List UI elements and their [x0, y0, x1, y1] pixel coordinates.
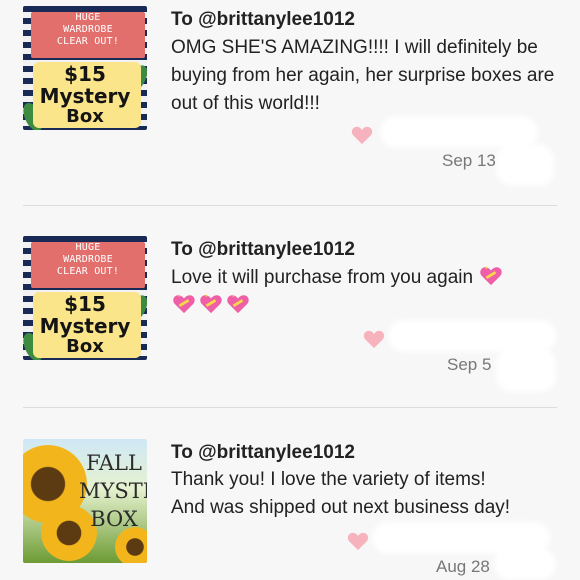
heart-icon[interactable] [351, 125, 373, 145]
sparkling-heart-icon [173, 293, 195, 314]
review-message: Love it will purchase from you again [171, 264, 571, 320]
banner-line: WARDROBE [63, 254, 113, 265]
thumbnail-line: MYSTERY [79, 479, 147, 503]
thumbnail-line: FALL [86, 451, 142, 475]
thumbnail-banner: HUGE WARDROBE CLEAR OUT! [31, 12, 145, 58]
thumbnail-title: FALL MYSTERY BOX [79, 449, 147, 533]
sparkling-heart-icon [227, 293, 249, 314]
redacted-username [392, 324, 552, 348]
review-message-line: Thank you! I love the variety of items! [171, 469, 486, 490]
redacted-username [384, 120, 534, 144]
recipient-handle[interactable]: To @brittanylee1012 [171, 239, 355, 261]
thumbnail-price: $15 [64, 292, 106, 316]
redacted-area [498, 552, 552, 576]
review-date: Aug 28 [436, 557, 490, 576]
review-date: Sep 13 [442, 151, 496, 170]
thumbnail-title: Mystery [39, 84, 131, 108]
banner-line: HUGE [75, 242, 101, 253]
review-date: Sep 5 [447, 355, 492, 374]
banner-line: CLEAR OUT! [56, 36, 120, 47]
thumbnail-title: Mystery [39, 314, 131, 338]
thumbnail-subtitle: Box [66, 336, 104, 357]
sparkling-heart-icon [480, 265, 503, 286]
heart-icon[interactable] [347, 531, 369, 551]
review-message-text: Love it will purchase from you again [171, 267, 474, 288]
redacted-area [500, 148, 550, 182]
banner-line: WARDROBE [63, 24, 113, 35]
review-message: Thank you! I love the variety of items! … [171, 466, 571, 522]
heart-icon[interactable] [363, 329, 385, 349]
banner-line: HUGE [75, 12, 101, 23]
thumbnail-banner: HUGE WARDROBE CLEAR OUT! [31, 242, 145, 288]
thumbnail-subtitle: Box [66, 106, 104, 127]
divider [23, 407, 557, 408]
review-message: OMG SHE'S AMAZING!!!! I will definitely … [171, 37, 555, 114]
listing-thumbnail[interactable]: HUGE WARDROBE CLEAR OUT! $15 Mystery Box [23, 236, 147, 360]
recipient-handle[interactable]: To @brittanylee1012 [171, 9, 355, 31]
listing-thumbnail[interactable]: FALL MYSTERY BOX [23, 439, 147, 563]
thumbnail-line: BOX [90, 507, 138, 531]
recipient-handle[interactable]: To @brittanylee1012 [171, 442, 355, 464]
redacted-area [500, 352, 552, 388]
sparkling-heart-icon [200, 293, 222, 314]
divider [23, 205, 557, 206]
listing-thumbnail[interactable]: HUGE WARDROBE CLEAR OUT! $15 Mystery Box [23, 6, 147, 130]
review-message-line: And was shipped out next business day! [171, 497, 511, 518]
redacted-username [376, 526, 546, 550]
thumbnail-price: $15 [64, 62, 106, 86]
banner-line: CLEAR OUT! [56, 266, 120, 277]
